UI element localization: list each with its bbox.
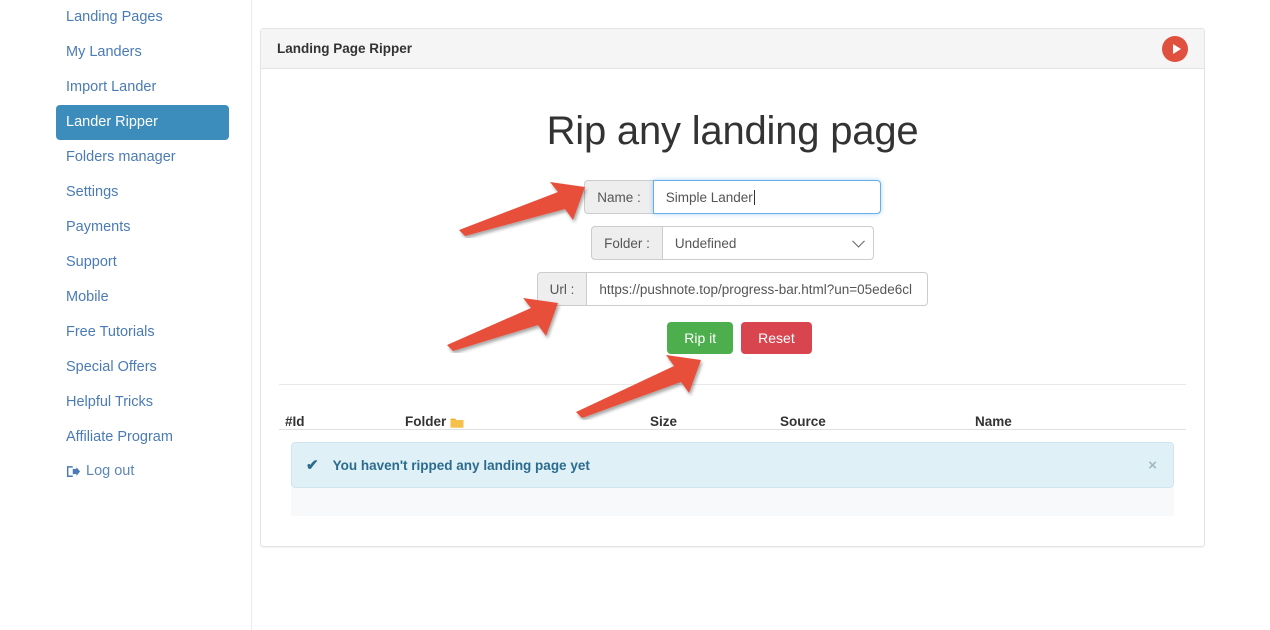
sidebar-item-mobile[interactable]: Mobile	[56, 280, 229, 315]
folder-form-row: Folder : Undefined	[279, 226, 1186, 260]
sidebar-item-helpful-tricks[interactable]: Helpful Tricks	[56, 385, 229, 420]
sidebar-item-settings[interactable]: Settings	[56, 175, 229, 210]
sidebar-item-my-landers[interactable]: My Landers	[56, 35, 229, 70]
panel-body: Rip any landing page Name : Simple Lande…	[261, 69, 1204, 546]
reset-button[interactable]: Reset	[741, 322, 812, 354]
url-form-row: Url : https://pushnote.top/progress-bar.…	[279, 272, 1186, 306]
table-column-name[interactable]: Name	[975, 414, 1175, 429]
sidebar-item-import-lander[interactable]: Import Lander	[56, 70, 229, 105]
folder-label: Folder :	[591, 226, 662, 260]
form-actions: Rip it Reset	[279, 322, 1186, 354]
panel-title: Landing Page Ripper	[277, 41, 413, 56]
name-input-group: Name : Simple Lander	[584, 180, 881, 214]
name-input-value: Simple Lander	[665, 189, 753, 205]
page-title: Rip any landing page	[546, 109, 919, 153]
panel-header: Landing Page Ripper	[261, 29, 1204, 69]
sidebar-item-logout[interactable]: Log out	[56, 455, 229, 489]
folder-input-group: Folder : Undefined	[591, 226, 874, 260]
sign-out-icon	[66, 464, 81, 479]
empty-state-alert-text: You haven't ripped any landing page yet	[332, 457, 590, 473]
sidebar-item-label: Support	[66, 254, 117, 270]
name-label: Name :	[584, 180, 653, 214]
sidebar-item-label: Settings	[66, 184, 119, 200]
sidebar-item-label: My Landers	[66, 44, 142, 60]
name-form-row: Name : Simple Lander	[279, 180, 1186, 214]
sidebar-item-affiliate-program[interactable]: Affiliate Program	[56, 420, 229, 455]
table-column-folder[interactable]: Folder	[405, 414, 650, 429]
url-input-value: https://pushnote.top/progress-bar.html?u…	[599, 281, 912, 297]
sidebar-item-label: Folders manager	[66, 149, 176, 165]
table-footer	[291, 488, 1174, 516]
sidebar-item-label: Affiliate Program	[66, 429, 173, 445]
sidebar-item-payments[interactable]: Payments	[56, 210, 229, 245]
empty-state-alert: ✔ You haven't ripped any landing page ye…	[291, 442, 1174, 488]
rip-it-button[interactable]: Rip it	[667, 322, 734, 354]
folder-icon	[450, 417, 464, 429]
text-caret	[753, 189, 755, 205]
name-input[interactable]: Simple Lander	[652, 180, 881, 214]
table-column-size[interactable]: Size	[650, 414, 780, 429]
url-input-group: Url : https://pushnote.top/progress-bar.…	[536, 272, 929, 306]
sidebar-item-label: Helpful Tricks	[66, 394, 154, 410]
sidebar-item-support[interactable]: Support	[56, 245, 229, 280]
sidebar-item-label: Free Tutorials	[66, 324, 155, 340]
play-triangle-icon	[1172, 43, 1181, 54]
ripped-pages-table: #Id Folder Size Source Name ✔ You haven'…	[279, 384, 1186, 516]
table-column-source[interactable]: Source	[780, 414, 975, 429]
sidebar-item-logout-label: Log out	[86, 463, 135, 479]
url-input[interactable]: https://pushnote.top/progress-bar.html?u…	[586, 272, 929, 306]
sidebar-nav: Landing Pages My Landers Import Lander Land…	[0, 0, 251, 455]
table-column-id[interactable]: #Id	[285, 414, 405, 429]
play-circle-icon[interactable]	[1162, 35, 1188, 62]
sidebar-item-label: Import Lander	[66, 79, 157, 95]
sidebar: Landing Pages My Landers Import Lander Land…	[0, 0, 252, 630]
panel-spacer	[279, 516, 1186, 546]
sidebar-item-landing-pages[interactable]: Landing Pages	[56, 0, 229, 35]
sidebar-item-label: Landing Pages	[66, 9, 163, 25]
url-label: Url :	[536, 272, 587, 306]
chevron-down-icon	[852, 234, 865, 248]
check-icon: ✔	[306, 457, 319, 474]
table-column-folder-label: Folder	[405, 414, 447, 429]
sidebar-item-label: Payments	[66, 219, 131, 235]
sidebar-item-folders-manager[interactable]: Folders manager	[56, 140, 229, 175]
folder-select[interactable]: Undefined	[661, 226, 874, 260]
sidebar-item-lander-ripper[interactable]: Lander Ripper	[56, 105, 229, 140]
sidebar-item-label: Lander Ripper	[66, 114, 158, 130]
sidebar-item-label: Mobile	[66, 289, 109, 305]
sidebar-item-free-tutorials[interactable]: Free Tutorials	[56, 315, 229, 350]
close-icon[interactable]: ×	[1146, 457, 1159, 474]
folder-select-value: Undefined	[674, 235, 737, 251]
lander-ripper-panel: Landing Page Ripper Rip any landing page…	[260, 28, 1205, 547]
sidebar-item-label: Special Offers	[66, 359, 157, 375]
sidebar-item-special-offers[interactable]: Special Offers	[56, 350, 229, 385]
table-header-row: #Id Folder Size Source Name	[279, 385, 1186, 430]
